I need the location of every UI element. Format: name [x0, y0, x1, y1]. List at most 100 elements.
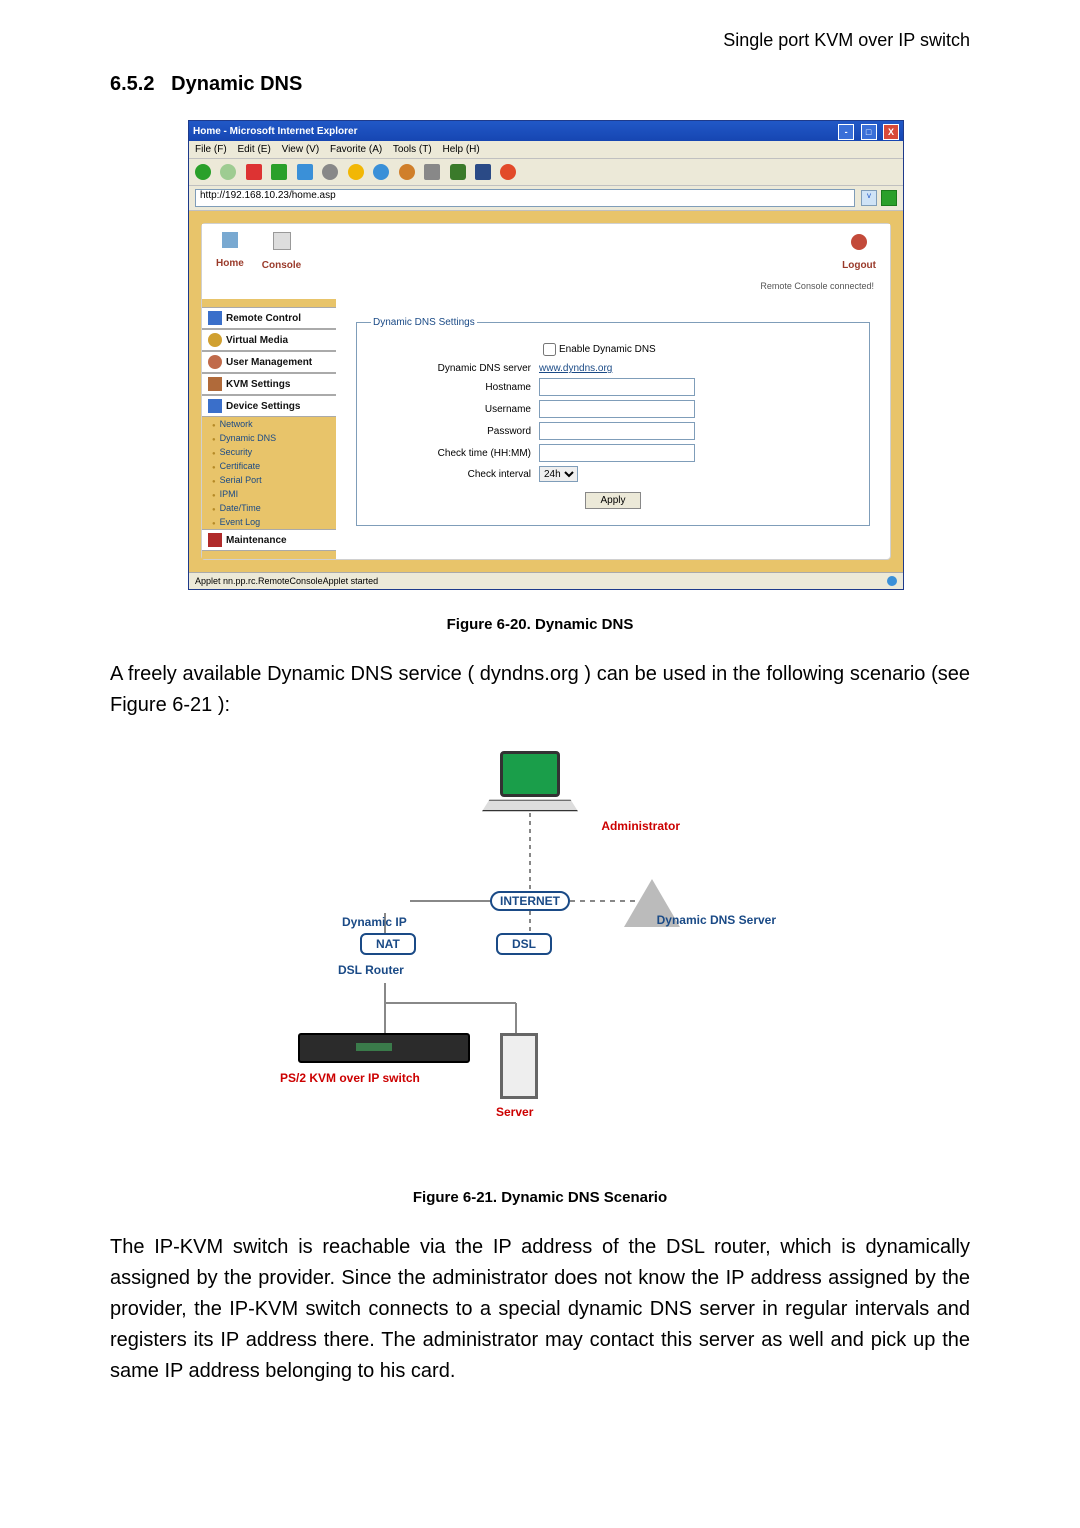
menubar: File (F) Edit (E) View (V) Favorite (A) … [189, 141, 903, 159]
print-icon[interactable] [424, 164, 440, 180]
home-link[interactable]: Home [216, 232, 244, 273]
refresh-icon[interactable] [271, 164, 287, 180]
home-icon[interactable] [297, 164, 313, 180]
sidebar-item-virtual-media[interactable]: Virtual Media [202, 329, 336, 351]
password-input[interactable] [539, 422, 695, 440]
word-icon[interactable] [475, 164, 491, 180]
stop-icon[interactable] [246, 164, 262, 180]
media-icon [208, 333, 222, 347]
connection-status: Remote Console connected! [760, 281, 874, 291]
sub-date-time[interactable]: Date/Time [202, 501, 336, 515]
logout-link[interactable]: Logout [842, 234, 876, 273]
apply-button[interactable]: Apply [585, 492, 640, 509]
sub-certificate[interactable]: Certificate [202, 459, 336, 473]
check-interval-select[interactable]: 24h [539, 466, 578, 482]
ie-statusbar: Applet nn.pp.rc.RemoteConsoleApplet star… [189, 572, 903, 589]
history-icon[interactable] [373, 164, 389, 180]
search-icon[interactable] [322, 164, 338, 180]
laptop-icon [480, 751, 580, 811]
sidebar: Remote Control Virtual Media User Manage… [202, 299, 336, 559]
device-label: Device Settings [226, 401, 300, 412]
go-button[interactable] [881, 190, 897, 206]
label-administrator: Administrator [601, 819, 680, 833]
sidebar-item-remote-control[interactable]: Remote Control [202, 307, 336, 329]
ddns-legend: Dynamic DNS Settings [371, 317, 477, 328]
label-ddns-server: Dynamic DNS Server [657, 913, 776, 927]
statusbar-text: Applet nn.pp.rc.RemoteConsoleApplet star… [195, 576, 378, 586]
home-app-icon [222, 232, 238, 248]
paragraph-2: The IP-KVM switch is reachable via the I… [110, 1232, 970, 1387]
address-bar: http://192.168.10.23/home.asp v [189, 186, 903, 211]
sub-dynamic-dns[interactable]: Dynamic DNS [202, 431, 336, 445]
kvm-icon [208, 377, 222, 391]
check-time-label: Check time (HH:MM) [371, 448, 539, 459]
remote-label: Remote Control [226, 313, 301, 324]
ddns-fieldset: Dynamic DNS Settings Enable Dynamic DNS … [356, 317, 870, 526]
back-icon[interactable] [195, 164, 211, 180]
forward-icon[interactable] [220, 164, 236, 180]
check-interval-label: Check interval [371, 469, 539, 480]
sub-ipmi[interactable]: IPMI [202, 487, 336, 501]
menu-favorite[interactable]: Favorite (A) [330, 144, 382, 155]
menu-view[interactable]: View (V) [282, 144, 320, 155]
kvm-switch-icon [298, 1033, 470, 1063]
label-server: Server [496, 1105, 533, 1119]
titlebar: Home - Microsoft Internet Explorer - □ X [189, 121, 903, 141]
edit-icon[interactable] [450, 164, 466, 180]
paragraph-1: A freely available Dynamic DNS service (… [110, 659, 970, 721]
enable-label: Enable Dynamic DNS [559, 344, 656, 355]
server-icon [500, 1033, 538, 1099]
internet-zone-icon [887, 576, 897, 586]
close-button[interactable]: X [883, 124, 899, 140]
address-drop-icon[interactable]: v [861, 190, 877, 206]
sidebar-item-device-settings[interactable]: Device Settings [202, 395, 336, 417]
sub-network[interactable]: Network [202, 417, 336, 431]
server-label: Dynamic DNS server [371, 363, 539, 374]
sidebar-item-maintenance[interactable]: Maintenance [202, 529, 336, 551]
hostname-input[interactable] [539, 378, 695, 396]
check-time-input[interactable] [539, 444, 695, 462]
server-link[interactable]: www.dyndns.org [539, 363, 612, 374]
hostname-label: Hostname [371, 382, 539, 393]
app-header: Home Console Logout [202, 224, 890, 277]
menu-file[interactable]: File (F) [195, 144, 227, 155]
label-dynamic-ip: Dynamic IP [342, 915, 407, 929]
sub-security[interactable]: Security [202, 445, 336, 459]
user-icon [208, 355, 222, 369]
console-link[interactable]: Console [262, 232, 301, 273]
kvm-label: KVM Settings [226, 379, 290, 390]
section-title-text: Dynamic DNS [171, 73, 302, 95]
address-input[interactable]: http://192.168.10.23/home.asp [195, 189, 855, 207]
remote-icon [208, 311, 222, 325]
ie-window: Home - Microsoft Internet Explorer - □ X… [188, 120, 904, 590]
label-dsl-router: DSL Router [338, 963, 404, 977]
minimize-button[interactable]: - [838, 124, 854, 140]
logout-label: Logout [842, 260, 876, 271]
sidebar-item-kvm-settings[interactable]: KVM Settings [202, 373, 336, 395]
label-ps2-kvm: PS/2 KVM over IP switch [280, 1071, 420, 1085]
maint-icon [208, 533, 222, 547]
password-label: Password [371, 426, 539, 437]
sidebar-item-user-management[interactable]: User Management [202, 351, 336, 373]
connection-row: Remote Console connected! [218, 281, 874, 291]
sub-serial-port[interactable]: Serial Port [202, 473, 336, 487]
logout-icon [851, 234, 867, 250]
main-panel: Dynamic DNS Settings Enable Dynamic DNS … [336, 299, 890, 559]
menu-tools[interactable]: Tools (T) [393, 144, 432, 155]
favorites-icon[interactable] [348, 164, 364, 180]
menu-help[interactable]: Help (H) [443, 144, 480, 155]
messenger-icon[interactable] [500, 164, 516, 180]
label-dsl: DSL [496, 933, 552, 955]
sub-event-log[interactable]: Event Log [202, 515, 336, 529]
console-icon [273, 232, 291, 250]
console-label: Console [262, 260, 301, 271]
page-header: Single port KVM over IP switch [110, 30, 970, 51]
media-label: Virtual Media [226, 335, 288, 346]
maximize-button[interactable]: □ [861, 124, 877, 140]
figure-6-21-diagram: Administrator INTERNET Dynamic IP Dynami… [280, 743, 800, 1163]
username-input[interactable] [539, 400, 695, 418]
mail-icon[interactable] [399, 164, 415, 180]
window-title: Home - Microsoft Internet Explorer [193, 126, 357, 137]
menu-edit[interactable]: Edit (E) [237, 144, 270, 155]
enable-checkbox[interactable] [543, 343, 556, 356]
